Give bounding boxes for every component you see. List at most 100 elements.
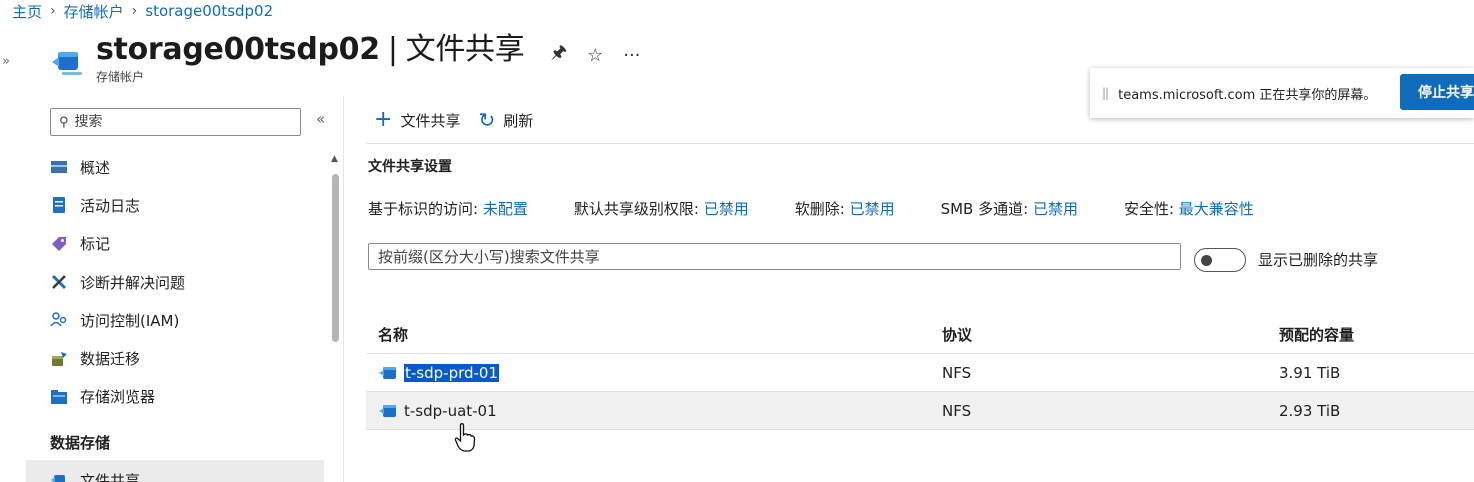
refresh-icon: ↻ (478, 108, 496, 132)
sidebar-item-file-shares[interactable]: 文件共享 (26, 460, 324, 482)
sidebar-item-label: 文件共享 (80, 471, 141, 482)
people-icon (50, 312, 67, 327)
table-cell-protocol: NFS (942, 401, 972, 420)
breadcrumb-separator: › (50, 3, 56, 19)
sidebar-item-tags[interactable]: 标记 (50, 225, 330, 263)
sidebar-item-label: 概述 (80, 158, 111, 177)
overview-icon (51, 161, 67, 174)
tag-icon (52, 236, 66, 251)
show-deleted-label: 显示已删除的共享 (1258, 251, 1379, 269)
screen-sharing-message: teams.microsoft.com 正在共享你的屏幕。 (1118, 87, 1377, 103)
file-share-table: 名称 协议 预配的容量 t-sdp-prd-01 NFS 3.91 TiB t-… (366, 316, 1474, 430)
sidebar-item-label: 存储浏览器 (80, 388, 156, 407)
title-separator: | (387, 32, 398, 67)
breadcrumb-storage-accounts[interactable]: 存储帐户 (64, 1, 124, 22)
add-file-share-label: 文件共享 (400, 111, 461, 130)
sidebar: ⚲ « 概述 活动日志 标记 诊断并解决问题 访问控制(IAM) 数据迁移 (26, 96, 344, 482)
setting-soft-delete: 软删除: 已禁用 (795, 198, 895, 219)
breadcrumb-separator: › (131, 3, 138, 19)
sidebar-item-label: 数据迁移 (80, 350, 141, 369)
sidebar-scrollbar[interactable]: ▲ (330, 154, 340, 454)
file-share-icon (379, 404, 396, 417)
file-share-link[interactable]: t-sdp-prd-01 (404, 363, 500, 382)
sidebar-item-data-migration[interactable]: 数据迁移 (50, 339, 330, 377)
toggle-knob (1201, 255, 1212, 266)
sidebar-item-overview[interactable]: 概述 (50, 148, 330, 186)
table-cell-capacity: 3.91 TiB (1279, 363, 1341, 382)
setting-key: 安全性: (1123, 200, 1175, 218)
screen-sharing-bar: || teams.microsoft.com 正在共享你的屏幕。 停止共享 (1090, 68, 1474, 118)
sidebar-nav: 概述 活动日志 标记 诊断并解决问题 访问控制(IAM) 数据迁移 存储浏览器 (50, 148, 330, 416)
table-row[interactable]: t-sdp-uat-01 NFS 2.93 TiB (366, 392, 1474, 430)
scroll-up-icon[interactable]: ▲ (331, 154, 338, 164)
file-share-settings-title: 文件共享设置 (368, 159, 452, 175)
activity-log-icon (53, 197, 65, 214)
setting-value-link[interactable]: 已禁用 (704, 200, 749, 218)
file-share-search-input[interactable] (378, 247, 1168, 266)
expand-menu-icon[interactable]: » (2, 54, 10, 69)
page-title: storage00tsdp02 | 文件共享 (96, 28, 525, 72)
breadcrumb: 主页 › 存储帐户 › storage00tsdp02 (12, 0, 273, 22)
setting-security: 安全性: 最大兼容性 (1124, 198, 1254, 219)
file-share-icon (52, 52, 82, 75)
sidebar-search[interactable]: ⚲ (50, 108, 301, 136)
stop-sharing-button[interactable]: 停止共享 (1400, 74, 1474, 110)
hand-cursor-icon (454, 423, 476, 452)
setting-value-link[interactable]: 已禁用 (850, 200, 895, 218)
sidebar-search-input[interactable] (74, 114, 275, 130)
setting-key: 基于标识的访问: (368, 200, 479, 218)
breadcrumb-current[interactable]: storage00tsdp02 (145, 2, 273, 20)
breadcrumb-home[interactable]: 主页 (12, 1, 42, 22)
setting-key: 默认共享级别权限: (573, 200, 699, 218)
add-file-share-button[interactable]: + 文件共享 (374, 107, 461, 132)
file-share-icon (51, 475, 65, 482)
column-header-name[interactable]: 名称 (366, 324, 940, 345)
search-icon: ⚲ (59, 114, 69, 130)
toolbar: + 文件共享 ↻ 刷新 (374, 108, 551, 132)
setting-identity-access: 基于标识的访问: 未配置 (368, 198, 528, 219)
resource-name: storage00tsdp02 (96, 32, 380, 67)
setting-value-link[interactable]: 最大兼容性 (1179, 200, 1254, 218)
show-deleted-toggle[interactable] (1194, 248, 1246, 272)
table-header: 名称 协议 预配的容量 (366, 316, 1474, 354)
table-cell-name: t-sdp-prd-01 (366, 363, 940, 382)
file-share-icon (379, 366, 396, 379)
storage-browser-icon (51, 389, 67, 404)
setting-value-link[interactable]: 未配置 (483, 200, 528, 218)
migration-icon (52, 351, 67, 366)
column-header-capacity[interactable]: 预配的容量 (1277, 324, 1474, 345)
pin-icon[interactable]: 🖈︎ (550, 40, 567, 70)
wrench-icon (51, 274, 67, 290)
sidebar-item-iam[interactable]: 访问控制(IAM) (50, 301, 330, 339)
sidebar-item-activity-log[interactable]: 活动日志 (50, 186, 330, 224)
page-name: 文件共享 (405, 32, 525, 67)
setting-key: SMB 多通道: (940, 200, 1029, 218)
page-header: storage00tsdp02 | 文件共享 存储帐户 🖈︎ ☆ ··· (50, 28, 640, 85)
table-cell-protocol: NFS (942, 363, 972, 382)
more-icon[interactable]: ··· (623, 45, 640, 66)
table-cell-capacity: 2.93 TiB (1279, 401, 1341, 420)
table-cell-name: t-sdp-uat-01 (366, 402, 940, 420)
refresh-button[interactable]: ↻ 刷新 (478, 108, 533, 132)
sidebar-item-label: 标记 (80, 235, 111, 254)
setting-key: 软删除: (794, 200, 845, 218)
scrollbar-thumb[interactable] (332, 174, 339, 342)
setting-value-link[interactable]: 已禁用 (1033, 200, 1078, 218)
sidebar-item-label: 活动日志 (80, 196, 141, 215)
plus-icon: + (374, 107, 393, 132)
setting-default-share-permission: 默认共享级别权限: 已禁用 (574, 198, 749, 219)
file-share-filter[interactable] (368, 243, 1181, 270)
collapse-sidebar-icon[interactable]: « (316, 110, 325, 128)
table-row[interactable]: t-sdp-prd-01 NFS 3.91 TiB (366, 354, 1474, 392)
column-header-protocol[interactable]: 协议 (940, 324, 1277, 345)
toolbar-divider (366, 143, 1474, 144)
setting-smb-multichannel: SMB 多通道: 已禁用 (941, 198, 1078, 219)
sidebar-item-diagnose[interactable]: 诊断并解决问题 (50, 263, 330, 301)
sidebar-item-label: 访问控制(IAM) (80, 311, 180, 330)
drag-handle-icon[interactable]: || (1102, 86, 1109, 100)
file-share-settings: 基于标识的访问: 未配置 默认共享级别权限: 已禁用 软删除: 已禁用 SMB … (368, 198, 1300, 219)
sidebar-item-storage-browser[interactable]: 存储浏览器 (50, 378, 330, 416)
sidebar-section-data-storage: 数据存储 (50, 434, 111, 452)
file-share-link[interactable]: t-sdp-uat-01 (404, 402, 497, 420)
star-icon[interactable]: ☆ (587, 45, 603, 66)
